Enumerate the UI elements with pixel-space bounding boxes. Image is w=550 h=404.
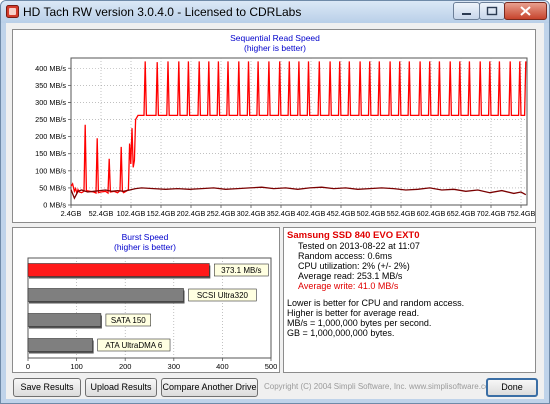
burst-speed-panel: Burst Speed (higher is better) 0 100 200 30…	[12, 227, 280, 373]
seq-y-tick-label: 300 MB/s	[35, 98, 66, 107]
client-area: Sequential Read Speed (higher is better)…	[6, 23, 544, 399]
burst-chart-subtitle: (higher is better)	[114, 242, 176, 252]
note-line: Higher is better for average read.	[287, 308, 420, 318]
burst-bar	[27, 263, 210, 277]
drive-name: Samsung SSD 840 EVO EXT0	[287, 230, 420, 241]
seq-x-tick-label: 2.4GB	[61, 209, 82, 218]
maximize-icon	[486, 6, 498, 16]
copyright-text: Copyright (C) 2004 Simpli Software, Inc.…	[264, 382, 497, 391]
burst-bar	[27, 338, 93, 352]
seq-y-tick-label: 100 MB/s	[35, 166, 66, 175]
close-icon	[520, 6, 531, 16]
seq-x-tick-label: 302.4GB	[237, 209, 266, 218]
seq-x-tick-label: 652.4GB	[447, 209, 476, 218]
seq-y-tick-label: 150 MB/s	[35, 149, 66, 158]
tested-date: Tested on 2013-08-22 at 11:07	[298, 241, 420, 251]
minimize-button[interactable]	[453, 2, 480, 20]
seq-x-tick-label: 702.4GB	[477, 209, 506, 218]
average-write: Average write: 41.0 MB/s	[298, 281, 399, 291]
burst-bar	[27, 313, 102, 327]
seq-x-tick-label: 152.4GB	[147, 209, 176, 218]
close-button[interactable]	[504, 2, 547, 20]
minimize-icon	[462, 13, 471, 15]
seq-x-tick-label: 402.4GB	[297, 209, 326, 218]
window-title: HD Tach RW version 3.0.4.0 - Licensed to…	[23, 5, 302, 19]
seq-x-tick-label: 452.4GB	[327, 209, 356, 218]
seq-x-tick-label: 502.4GB	[357, 209, 386, 218]
seq-chart-subtitle: (higher is better)	[244, 43, 306, 53]
note-line: MB/s = 1,000,000 bytes per second.	[287, 318, 432, 328]
compare-another-drive-button[interactable]: Compare Another Drive	[161, 378, 258, 397]
burst-x-tick-label: 0	[26, 362, 30, 371]
burst-x-tick-label: 100	[70, 362, 83, 371]
seq-x-tick-label: 552.4GB	[387, 209, 416, 218]
average-read: Average read: 253.1 MB/s	[298, 271, 403, 281]
seq-y-tick-label: 400 MB/s	[35, 64, 66, 73]
seq-y-tick-label: 0 MB/s	[43, 201, 66, 210]
seq-x-tick-label: 752.4GB	[507, 209, 535, 218]
seq-x-tick-label: 52.4GB	[89, 209, 114, 218]
random-access: Random access: 0.6ms	[298, 251, 393, 261]
note-line: GB = 1,000,000,000 bytes.	[287, 328, 395, 338]
burst-chart-title: Burst Speed	[122, 232, 169, 242]
burst-x-tick-label: 200	[119, 362, 132, 371]
seq-x-tick-label: 102.4GB	[117, 209, 146, 218]
burst-bar-label: ATA UltraDMA 6	[105, 341, 163, 350]
burst-bar-label: SATA 150	[111, 316, 146, 325]
seq-y-tick-label: 350 MB/s	[35, 81, 66, 90]
seq-y-tick-label: 200 MB/s	[35, 132, 66, 141]
burst-bar-label: SCSI Ultra320	[197, 291, 249, 300]
seq-y-tick-label: 50 MB/s	[39, 183, 66, 192]
seq-x-tick-label: 252.4GB	[207, 209, 236, 218]
burst-x-tick-label: 500	[265, 362, 278, 371]
burst-x-tick-label: 400	[216, 362, 229, 371]
seq-chart-title: Sequential Read Speed	[230, 33, 320, 43]
app-icon	[6, 5, 19, 18]
seq-x-tick-label: 202.4GB	[177, 209, 206, 218]
seq-x-tick-label: 602.4GB	[417, 209, 446, 218]
app-window: HD Tach RW version 3.0.4.0 - Licensed to…	[0, 0, 550, 404]
save-results-button[interactable]: Save Results	[13, 378, 81, 397]
upload-results-button[interactable]: Upload Results	[85, 378, 157, 397]
maximize-button[interactable]	[479, 2, 505, 20]
note-line: Lower is better for CPU and random acces…	[287, 298, 465, 308]
done-button[interactable]: Done	[486, 378, 538, 397]
burst-x-tick-label: 300	[168, 362, 181, 371]
sequential-read-chart: Sequential Read Speed (higher is better)…	[35, 33, 535, 218]
sequential-read-panel: Sequential Read Speed (higher is better)…	[12, 29, 536, 223]
title-bar[interactable]: HD Tach RW version 3.0.4.0 - Licensed to…	[1, 1, 549, 23]
seq-x-tick-label: 352.4GB	[267, 209, 296, 218]
burst-speed-chart: Burst Speed (higher is better) 0 100 200 30…	[26, 232, 278, 371]
burst-bar-label: 373.1 MB/s	[221, 266, 261, 275]
results-panel: Samsung SSD 840 EVO EXT0 Tested on 2013-…	[283, 227, 536, 373]
seq-y-tick-label: 250 MB/s	[35, 115, 66, 124]
burst-bar	[27, 288, 184, 302]
cpu-utilization: CPU utilization: 2% (+/- 2%)	[298, 261, 410, 271]
